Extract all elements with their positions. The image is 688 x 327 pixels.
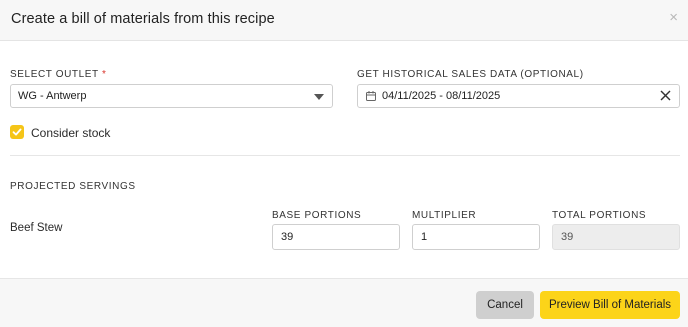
multiplier-label: MULTIPLIER	[412, 210, 477, 221]
calendar-icon	[366, 91, 376, 101]
check-icon	[12, 128, 22, 136]
required-mark: *	[101, 69, 107, 80]
consider-stock-label: Consider stock	[31, 126, 111, 140]
outlet-select[interactable]: WG - Antwerp	[10, 84, 333, 108]
outlet-select-value: WG - Antwerp	[18, 90, 87, 102]
bill-of-materials-dialog: Create a bill of materials from this rec…	[0, 0, 688, 327]
projected-servings-heading: PROJECTED SERVINGS	[10, 181, 136, 192]
clear-icon[interactable]	[660, 90, 671, 101]
total-portions-label: TOTAL PORTIONS	[552, 210, 647, 221]
cancel-button[interactable]: Cancel	[476, 291, 534, 319]
outlet-label-text: SELECT OUTLET	[10, 69, 99, 80]
base-portions-value: 39	[281, 231, 294, 243]
consider-stock-checkbox[interactable]	[10, 125, 24, 139]
dialog-header: Create a bill of materials from this rec…	[0, 0, 688, 41]
chevron-down-icon	[314, 94, 324, 100]
dialog-footer: Cancel Preview Bill of Materials	[0, 278, 688, 327]
close-icon[interactable]: ×	[669, 10, 678, 25]
outlet-label: SELECT OUTLET *	[10, 69, 106, 80]
preview-bill-of-materials-button[interactable]: Preview Bill of Materials	[540, 291, 680, 319]
dialog-title: Create a bill of materials from this rec…	[11, 11, 275, 27]
sales-data-label: GET HISTORICAL SALES DATA (OPTIONAL)	[357, 69, 584, 80]
date-range-value: 04/11/2025 - 08/11/2025	[382, 90, 501, 102]
recipe-name: Beef Stew	[10, 222, 63, 234]
date-range-input[interactable]: 04/11/2025 - 08/11/2025	[357, 84, 680, 108]
multiplier-value: 1	[421, 231, 428, 243]
base-portions-input[interactable]: 39	[272, 224, 400, 250]
multiplier-input[interactable]: 1	[412, 224, 540, 250]
total-portions-value: 39	[561, 231, 574, 243]
total-portions-field: 39	[552, 224, 680, 250]
base-portions-label: BASE PORTIONS	[272, 210, 362, 221]
section-divider	[10, 155, 680, 156]
